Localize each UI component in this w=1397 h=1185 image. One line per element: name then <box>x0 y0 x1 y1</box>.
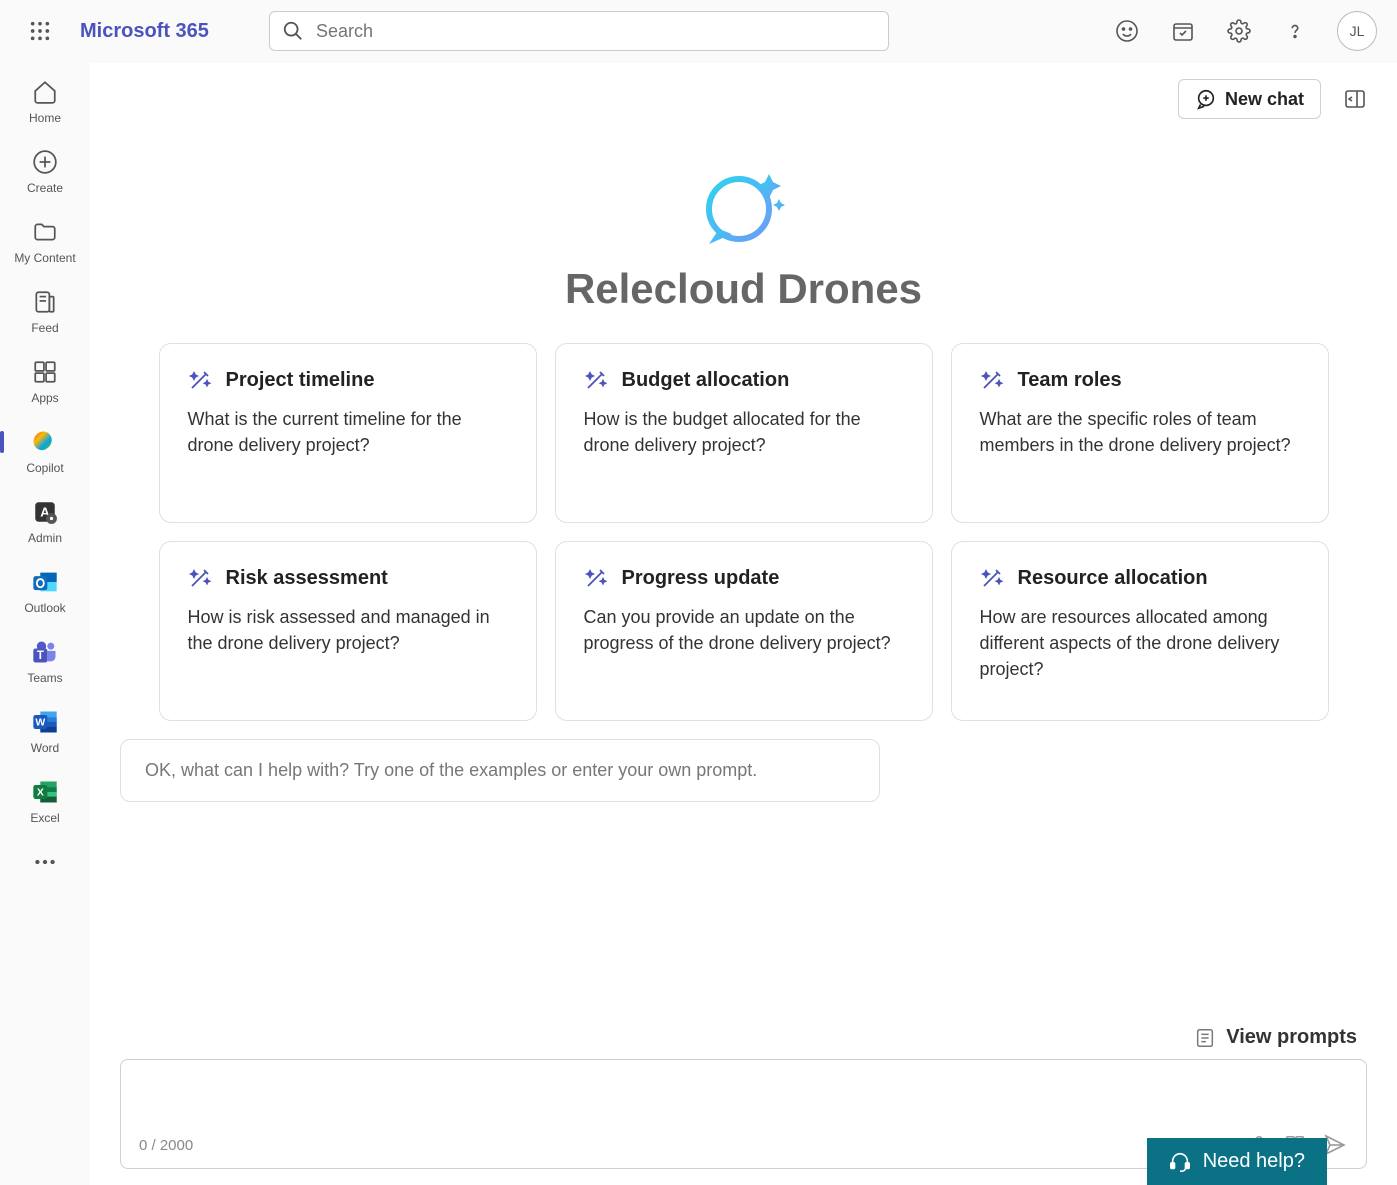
feed-icon <box>30 287 60 317</box>
search-input[interactable] <box>316 21 876 42</box>
new-chat-label: New chat <box>1225 89 1304 110</box>
help-icon[interactable] <box>1281 17 1309 45</box>
apps-icon <box>30 357 60 387</box>
settings-icon[interactable] <box>1225 17 1253 45</box>
sidebar-item-apps[interactable]: Apps <box>0 353 90 409</box>
sidebar-item-admin[interactable]: A Admin <box>0 493 90 549</box>
svg-text:W: W <box>35 717 45 729</box>
prompt-card-team-roles[interactable]: Team roles What are the specific roles o… <box>951 343 1329 523</box>
user-avatar[interactable]: JL <box>1337 11 1377 51</box>
brand-title[interactable]: Microsoft 365 <box>80 20 209 43</box>
sidebar-item-excel[interactable]: X Excel <box>0 773 90 829</box>
hint-text: OK, what can I help with? Try one of the… <box>120 739 880 802</box>
svg-text:X: X <box>37 787 44 799</box>
prompt-grid: Project timeline What is the current tim… <box>129 343 1359 721</box>
admin-icon: A <box>30 497 60 527</box>
emoji-icon[interactable] <box>1113 17 1141 45</box>
agent-logo-icon <box>694 159 794 249</box>
wand-icon <box>188 566 212 590</box>
headset-icon <box>1169 1151 1191 1173</box>
home-icon <box>30 77 60 107</box>
topbar-actions: JL <box>1113 11 1377 51</box>
prompt-card-project-timeline[interactable]: Project timeline What is the current tim… <box>159 343 537 523</box>
excel-icon: X <box>30 777 60 807</box>
prompt-card-progress-update[interactable]: Progress update Can you provide an updat… <box>555 541 933 721</box>
svg-text:T: T <box>37 649 44 662</box>
agent-title: Relecloud Drones <box>565 265 922 313</box>
new-chat-icon <box>1195 88 1217 110</box>
outlook-icon <box>30 567 60 597</box>
sidebar-more[interactable] <box>0 843 90 881</box>
view-prompts-button[interactable]: View prompts <box>90 1026 1397 1059</box>
wand-icon <box>980 368 1004 392</box>
main-content: New chat Relecloud Drones Project timeli… <box>90 63 1397 1185</box>
app-launcher-icon[interactable] <box>20 11 60 51</box>
sidebar-item-home[interactable]: Home <box>0 73 90 129</box>
wand-icon <box>188 368 212 392</box>
search-bar[interactable] <box>269 11 889 51</box>
prompts-icon <box>1194 1027 1216 1049</box>
wand-icon <box>584 368 608 392</box>
word-icon: W <box>30 707 60 737</box>
panel-toggle-button[interactable] <box>1337 81 1373 117</box>
prompt-card-risk-assessment[interactable]: Risk assessment How is risk assessed and… <box>159 541 537 721</box>
view-prompts-label: View prompts <box>1226 1026 1357 1049</box>
sidebar: Home Create My Content Feed Apps <box>0 63 90 1185</box>
char-counter: 0 / 2000 <box>139 1137 193 1154</box>
prompt-card-budget-allocation[interactable]: Budget allocation How is the budget allo… <box>555 343 933 523</box>
wand-icon <box>980 566 1004 590</box>
sidebar-item-word[interactable]: W Word <box>0 703 90 759</box>
sidebar-item-copilot[interactable]: Copilot <box>0 423 90 479</box>
calendar-icon[interactable] <box>1169 17 1197 45</box>
top-bar: Microsoft 365 JL <box>0 0 1397 63</box>
need-help-button[interactable]: Need help? <box>1147 1138 1327 1185</box>
sidebar-item-teams[interactable]: T Teams <box>0 633 90 689</box>
new-chat-button[interactable]: New chat <box>1178 79 1321 119</box>
more-icon <box>30 847 60 877</box>
wand-icon <box>584 566 608 590</box>
prompt-card-resource-allocation[interactable]: Resource allocation How are resources al… <box>951 541 1329 721</box>
folder-icon <box>30 217 60 247</box>
sidebar-item-feed[interactable]: Feed <box>0 283 90 339</box>
copilot-icon <box>30 427 60 457</box>
sidebar-item-mycontent[interactable]: My Content <box>0 213 90 269</box>
teams-icon: T <box>30 637 60 667</box>
need-help-label: Need help? <box>1203 1150 1305 1173</box>
sidebar-item-outlook[interactable]: Outlook <box>0 563 90 619</box>
search-icon <box>282 20 304 42</box>
create-icon <box>30 147 60 177</box>
sidebar-item-create[interactable]: Create <box>0 143 90 199</box>
